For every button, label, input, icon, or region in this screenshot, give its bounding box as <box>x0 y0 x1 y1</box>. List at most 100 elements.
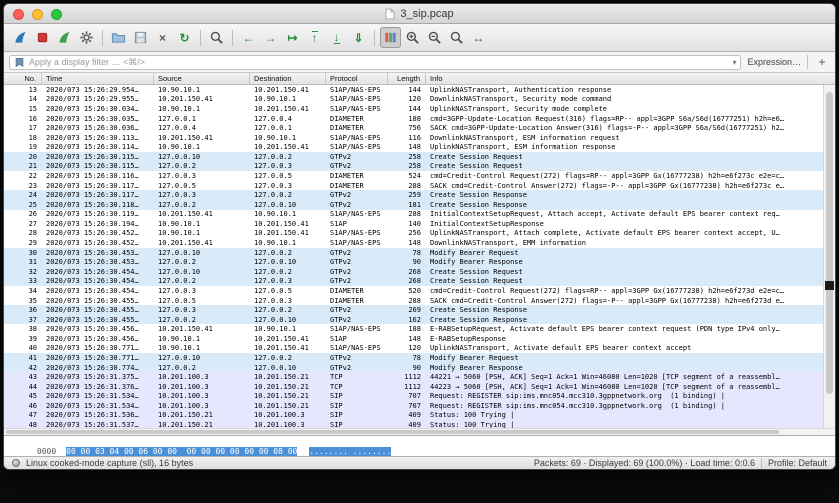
column-header-time[interactable]: Time <box>42 73 154 84</box>
horizontal-scrollbar[interactable] <box>4 428 835 435</box>
add-filter-button[interactable]: + <box>814 55 830 69</box>
go-first-button[interactable]: ↑ <box>304 27 325 48</box>
packet-row[interactable]: 15 2020/073 15:26:30.034… 10.90.10.1 10.… <box>4 104 823 114</box>
hex-line[interactable]: 0000 00 00 03 04 00 06 00 00 00 00 00 00 … <box>8 437 835 456</box>
close-file-button[interactable]: × <box>152 27 173 48</box>
packet-source: 10.201.150.41 <box>158 239 213 248</box>
packet-row[interactable]: 14 2020/073 15:26:29.955… 10.201.150.41 … <box>4 94 823 105</box>
colorize-button[interactable] <box>380 27 401 48</box>
packet-length: 268 <box>408 267 421 276</box>
packet-row[interactable]: 16 2020/073 15:26:30.035… 127.0.0.1 127.… <box>4 113 823 124</box>
packet-row[interactable]: 36 2020/073 15:26:30.455… 127.0.0.3 127.… <box>4 305 823 315</box>
zoom-in-button[interactable] <box>402 27 423 48</box>
packet-protocol: GTPv2 <box>330 315 352 324</box>
packet-row[interactable]: 35 2020/073 15:26:30.455… 127.0.0.5 127.… <box>4 295 823 306</box>
packet-destination: 10.201.150.21 <box>254 382 309 391</box>
restart-capture-button[interactable] <box>54 27 75 48</box>
column-header-info[interactable]: Info <box>426 73 835 84</box>
packet-row[interactable]: 46 2020/073 15:26:31.534… 10.201.100.3 1… <box>4 401 823 411</box>
packet-row[interactable]: 24 2020/073 15:26:30.117… 127.0.0.3 127.… <box>4 190 823 200</box>
open-file-button[interactable] <box>108 27 129 48</box>
packet-protocol: GTPv2 <box>330 277 352 286</box>
packet-source: 127.0.0.5 <box>158 181 196 190</box>
packet-length: 162 <box>408 315 421 324</box>
vertical-scrollbar[interactable] <box>823 85 835 428</box>
start-capture-button[interactable] <box>10 27 31 48</box>
hex-bytes[interactable]: 00 00 03 04 00 06 00 00 00 00 00 00 00 0… <box>66 446 298 456</box>
reload-button[interactable]: ↻ <box>174 27 195 48</box>
find-packet-button[interactable] <box>206 27 227 48</box>
packet-row[interactable]: 32 2020/073 15:26:30.454… 127.0.0.10 127… <box>4 266 823 277</box>
packet-row[interactable]: 48 2020/073 15:26:31.537… 10.201.150.21 … <box>4 420 823 428</box>
packet-row[interactable]: 30 2020/073 15:26:30.453… 127.0.0.10 127… <box>4 247 823 258</box>
title-bar[interactable]: 3_sip.pcap <box>4 4 835 24</box>
expert-info-icon[interactable] <box>12 459 20 467</box>
zoom-out-button[interactable] <box>424 27 445 48</box>
capture-options-button[interactable] <box>76 27 97 48</box>
go-to-packet-icon: ↦ <box>287 30 298 45</box>
packet-row[interactable]: 34 2020/073 15:26:30.454… 127.0.0.3 127.… <box>4 286 823 296</box>
expression-button[interactable]: Expression… <box>747 57 801 67</box>
packet-length: 144 <box>408 104 421 113</box>
packet-row[interactable]: 26 2020/073 15:26:30.119… 10.201.150.41 … <box>4 209 823 220</box>
go-forward-button[interactable]: → <box>260 27 281 48</box>
go-to-packet-button[interactable]: ↦ <box>282 27 303 48</box>
packet-destination: 127.0.0.3 <box>254 181 292 190</box>
packet-row[interactable]: 31 2020/073 15:26:30.453… 127.0.0.2 127.… <box>4 257 823 267</box>
packet-row[interactable]: 42 2020/073 15:26:30.774… 127.0.0.2 127.… <box>4 362 823 373</box>
packet-no: 48 <box>28 421 37 428</box>
packet-row[interactable]: 19 2020/073 15:26:30.114… 10.90.10.1 10.… <box>4 142 823 153</box>
display-filter-input[interactable] <box>29 57 729 67</box>
auto-scroll-button[interactable]: ⇓ <box>348 27 369 48</box>
packet-row[interactable]: 41 2020/073 15:26:30.771… 127.0.0.10 127… <box>4 353 823 363</box>
packet-row[interactable]: 23 2020/073 15:26:30.117… 127.0.0.5 127.… <box>4 180 823 191</box>
packet-row[interactable]: 22 2020/073 15:26:30.116… 127.0.0.3 127.… <box>4 171 823 181</box>
filter-bookmark-icon[interactable] <box>14 57 25 68</box>
packet-row[interactable]: 43 2020/073 15:26:31.375… 10.201.100.3 1… <box>4 372 823 382</box>
save-file-button[interactable] <box>130 27 151 48</box>
horizontal-scrollbar-thumb[interactable] <box>6 430 779 434</box>
filter-dropdown-icon[interactable]: ▾ <box>732 58 736 67</box>
go-last-button[interactable]: ↓ <box>326 27 347 48</box>
profile-text[interactable]: Profile: Default <box>768 458 827 468</box>
resize-columns-button[interactable]: ↔ <box>468 27 489 48</box>
packet-time: 2020/073 15:26:30.774… <box>46 363 139 372</box>
packet-row[interactable]: 13 2020/073 15:26:29.954… 10.90.10.1 10.… <box>4 85 823 95</box>
status-separator <box>760 458 762 468</box>
packet-row[interactable]: 38 2020/073 15:26:30.456… 10.201.150.41 … <box>4 324 823 335</box>
stop-capture-button[interactable] <box>32 27 53 48</box>
packet-row[interactable]: 40 2020/073 15:26:30.771… 10.90.10.1 10.… <box>4 343 823 354</box>
zoom-normal-button[interactable] <box>446 27 467 48</box>
packet-row[interactable]: 27 2020/073 15:26:30.194… 10.90.10.1 10.… <box>4 219 823 229</box>
packet-info: 44223 → 5060 [PSH, ACK] Seq=1 Ack=1 Win=… <box>430 382 780 391</box>
column-header-source[interactable]: Source <box>154 73 250 84</box>
packet-row[interactable]: 25 2020/073 15:26:30.118… 127.0.0.2 127.… <box>4 199 823 210</box>
column-header-protocol[interactable]: Protocol <box>326 73 388 84</box>
packet-destination: 10.201.150.21 <box>254 392 309 401</box>
packet-destination: 127.0.0.5 <box>254 171 292 180</box>
packet-row[interactable]: 20 2020/073 15:26:30.115… 127.0.0.10 127… <box>4 152 823 162</box>
packet-row[interactable]: 18 2020/073 15:26:30.113… 10.201.150.41 … <box>4 132 823 143</box>
packet-row[interactable]: 47 2020/073 15:26:31.536… 10.201.150.21 … <box>4 410 823 421</box>
packet-row[interactable]: 33 2020/073 15:26:30.454… 127.0.0.2 127.… <box>4 276 823 287</box>
zoom-normal-icon <box>450 31 463 44</box>
packet-source: 127.0.0.2 <box>158 200 196 209</box>
column-header-destination[interactable]: Destination <box>250 73 326 84</box>
packet-row[interactable]: 28 2020/073 15:26:30.452… 10.90.10.1 10.… <box>4 228 823 239</box>
packet-row[interactable]: 37 2020/073 15:26:30.455… 127.0.0.2 127.… <box>4 314 823 325</box>
column-header-length[interactable]: Length <box>388 73 426 84</box>
vertical-scrollbar-thumb[interactable] <box>826 91 833 394</box>
go-back-button[interactable]: ← <box>238 27 259 48</box>
packet-time: 2020/073 15:26:31.375… <box>46 373 139 382</box>
packet-info: E-RABSetupResponse <box>430 334 506 343</box>
hex-ascii[interactable]: ........ ........ <box>309 446 392 456</box>
packet-row[interactable]: 44 2020/073 15:26:31.376… 10.201.100.3 1… <box>4 381 823 392</box>
packet-source: 10.201.100.3 <box>158 373 209 382</box>
packet-row[interactable]: 21 2020/073 15:26:30.115… 127.0.0.2 127.… <box>4 161 823 172</box>
packet-row[interactable]: 17 2020/073 15:26:30.036… 127.0.0.4 127.… <box>4 123 823 133</box>
packet-row[interactable]: 39 2020/073 15:26:30.456… 10.90.10.1 10.… <box>4 334 823 344</box>
packet-row[interactable]: 29 2020/073 15:26:30.452… 10.201.150.41 … <box>4 238 823 248</box>
scrollbar-selected-packet-mark <box>825 280 834 290</box>
column-header-no[interactable]: No. <box>4 73 42 84</box>
packet-row[interactable]: 45 2020/073 15:26:31.534… 10.201.100.3 1… <box>4 391 823 402</box>
